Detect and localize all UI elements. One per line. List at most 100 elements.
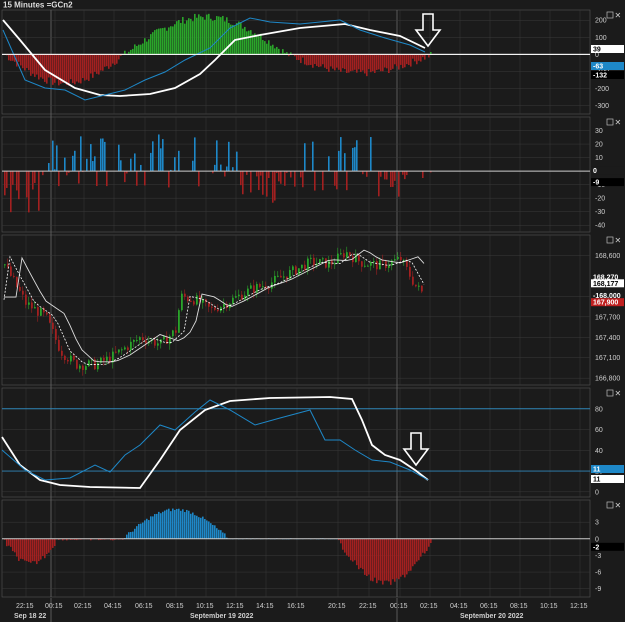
pane-close-icon[interactable]: ✕ [615,501,622,510]
candle-body [178,310,180,333]
histogram-bar [388,54,390,74]
candle-body [295,266,297,275]
oscillator-bar [334,171,336,186]
pane-close-icon[interactable]: ✕ [615,236,622,245]
histogram-bar [164,510,166,539]
oscillator-bar [58,171,60,187]
candle-body [103,357,105,361]
candle-body [46,312,48,315]
candle-body [52,322,54,329]
oscillator-bar [152,141,154,172]
histogram-bar [400,538,402,577]
histogram-bar [424,538,426,554]
pane-close-icon[interactable]: ✕ [615,11,622,20]
histogram-bar [72,54,74,84]
candle-body [145,340,147,344]
histogram-bar [148,39,150,55]
histogram-bar [190,513,192,539]
histogram-bar [196,17,198,55]
histogram-bar [168,508,170,539]
histogram-bar [80,54,82,84]
histogram-bar [370,54,372,73]
histogram-bar [182,509,184,539]
histogram-bar [130,531,132,539]
oscillator-bar [178,150,180,172]
histogram-bar [408,538,410,572]
candle-body [307,258,309,271]
candle-body [256,283,258,293]
candle-body [190,300,192,302]
candle-body [184,293,186,297]
oscillator-bar [78,171,80,184]
histogram-bar [44,538,46,559]
histogram-bar [134,44,136,55]
y-tick-label: 0 [595,489,599,496]
y-tick-label: 60 [595,427,603,434]
histogram-bar [196,515,198,539]
histogram-bar [298,54,300,61]
histogram-bar [246,31,248,55]
histogram-bar [24,538,26,561]
candle-body [64,355,66,360]
histogram-bar [214,525,216,539]
histogram-bar [268,40,270,55]
histogram-bar [376,54,378,70]
chart-canvas: ✕✕✕✕✕2001000-100-200-30039-63-1323020100… [0,0,625,622]
oscillator-bar [66,171,68,176]
x-tick-label: 22:15 [359,603,377,610]
histogram-bar [190,18,192,55]
histogram-bar [160,513,162,539]
x-tick-label: 10:15 [540,603,558,610]
pane-close-icon[interactable]: ✕ [615,118,622,127]
histogram-bar [168,27,170,55]
histogram-bar [144,38,146,55]
histogram-bar [32,538,34,562]
candle-body [61,350,63,356]
candle-body [97,362,99,370]
histogram-bar [186,20,188,55]
x-tick-label: 16:15 [287,603,305,610]
histogram-bar [386,54,388,69]
histogram-bar [364,54,366,74]
oscillator-bar [130,158,132,172]
histogram-bar [344,54,346,70]
value-badge: -132 [593,73,607,80]
oscillator-bar [356,140,358,172]
histogram-bar [182,17,184,55]
oscillator-bar [64,157,66,172]
oscillator-bar [294,171,296,187]
oscillator-bar [38,171,40,211]
value-badge: 11 [593,477,601,484]
candle-body [55,328,57,340]
oscillator-bar [134,153,136,172]
oscillator-bar [90,144,92,172]
candle-body [127,347,129,351]
histogram-bar [50,538,52,550]
histogram-bar [354,538,356,561]
histogram-bar [396,54,398,67]
candle-body [40,308,42,316]
histogram-bar [156,513,158,539]
histogram-bar [220,17,222,55]
histogram-bar [366,54,368,77]
candle-body [310,257,312,259]
oscillator-bar [74,150,76,172]
histogram-bar [6,538,8,547]
histogram-bar [162,28,164,55]
histogram-bar [336,54,338,68]
histogram-bar [14,538,16,553]
histogram-bar [22,54,24,69]
candle-body [76,359,78,369]
x-tick-label: 02:15 [74,603,92,610]
oscillator-bar [352,147,354,172]
histogram-bar [22,538,24,560]
histogram-bar [368,538,370,575]
oscillator-bar [366,171,368,177]
histogram-bar [384,538,386,581]
pane-close-icon[interactable]: ✕ [615,389,622,398]
y-tick-label: 0 [595,536,599,543]
oscillator-bar [32,171,34,190]
x-tick-label: 22:15 [16,603,34,610]
candle-body [79,365,81,369]
candle-body [412,276,414,285]
